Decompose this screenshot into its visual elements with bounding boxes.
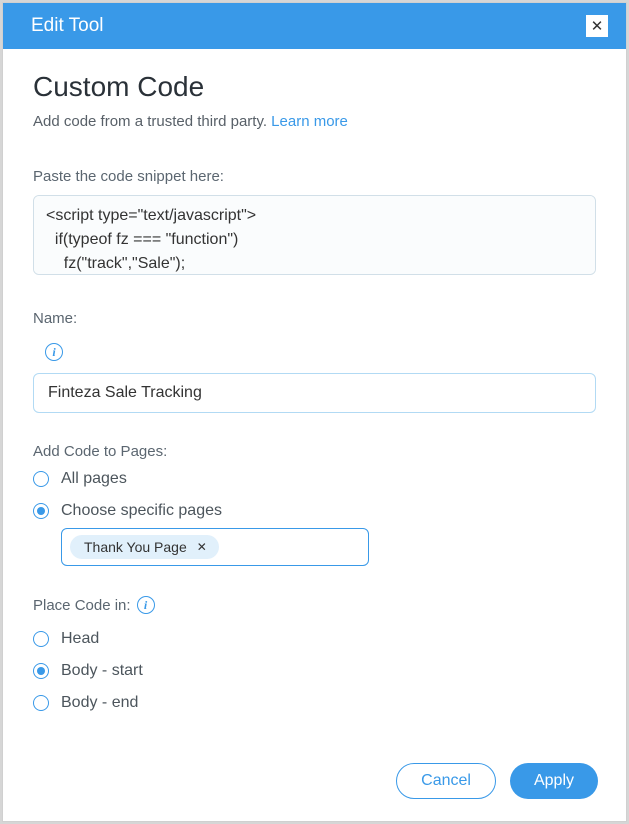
placement-section: Place Code in: i Head Body - start Body … [33, 596, 596, 712]
radio-label: All pages [61, 470, 127, 488]
radio-label: Choose specific pages [61, 502, 222, 520]
name-section: Name: i [33, 310, 596, 413]
code-label: Paste the code snippet here: [33, 168, 596, 185]
pages-chip-input[interactable]: Thank You Page ✕ [61, 528, 369, 566]
code-section: Paste the code snippet here: [33, 168, 596, 280]
dialog-content: Custom Code Add code from a trusted thir… [3, 49, 626, 747]
radio-label: Body - end [61, 694, 138, 712]
page-chip: Thank You Page ✕ [70, 535, 219, 559]
radio-label: Body - start [61, 662, 143, 680]
placement-label-row: Place Code in: i [33, 596, 155, 614]
info-icon[interactable]: i [45, 343, 63, 361]
close-button[interactable]: ✕ [586, 15, 608, 37]
chip-label: Thank You Page [84, 539, 187, 555]
radio-icon [33, 695, 49, 711]
radio-icon [33, 663, 49, 679]
radio-body-start[interactable]: Body - start [33, 662, 596, 680]
radio-all-pages[interactable]: All pages [33, 470, 596, 488]
edit-tool-dialog: Edit Tool ✕ Custom Code Add code from a … [2, 2, 627, 822]
dialog-title: Edit Tool [31, 15, 104, 37]
radio-icon [33, 471, 49, 487]
info-icon[interactable]: i [137, 596, 155, 614]
radio-icon [33, 503, 49, 519]
learn-more-link[interactable]: Learn more [271, 113, 348, 130]
dialog-footer: Cancel Apply [3, 747, 626, 821]
pages-section: Add Code to Pages: All pages Choose spec… [33, 443, 596, 566]
titlebar: Edit Tool ✕ [3, 3, 626, 49]
radio-icon [33, 631, 49, 647]
x-icon: ✕ [197, 540, 207, 554]
pages-label: Add Code to Pages: [33, 443, 596, 460]
radio-choose-pages[interactable]: Choose specific pages [33, 502, 596, 520]
page-title: Custom Code [33, 71, 596, 103]
name-input[interactable] [33, 373, 596, 413]
radio-head[interactable]: Head [33, 630, 596, 648]
subtitle-text: Add code from a trusted third party. [33, 113, 271, 130]
apply-button[interactable]: Apply [510, 763, 598, 799]
close-icon: ✕ [591, 17, 604, 35]
page-subtitle: Add code from a trusted third party. Lea… [33, 113, 596, 130]
code-textarea[interactable] [33, 195, 596, 275]
radio-body-end[interactable]: Body - end [33, 694, 596, 712]
radio-label: Head [61, 630, 99, 648]
chip-remove-button[interactable]: ✕ [195, 540, 209, 554]
cancel-button[interactable]: Cancel [396, 763, 496, 799]
placement-label: Place Code in: [33, 597, 131, 614]
name-label: Name: [33, 310, 596, 327]
